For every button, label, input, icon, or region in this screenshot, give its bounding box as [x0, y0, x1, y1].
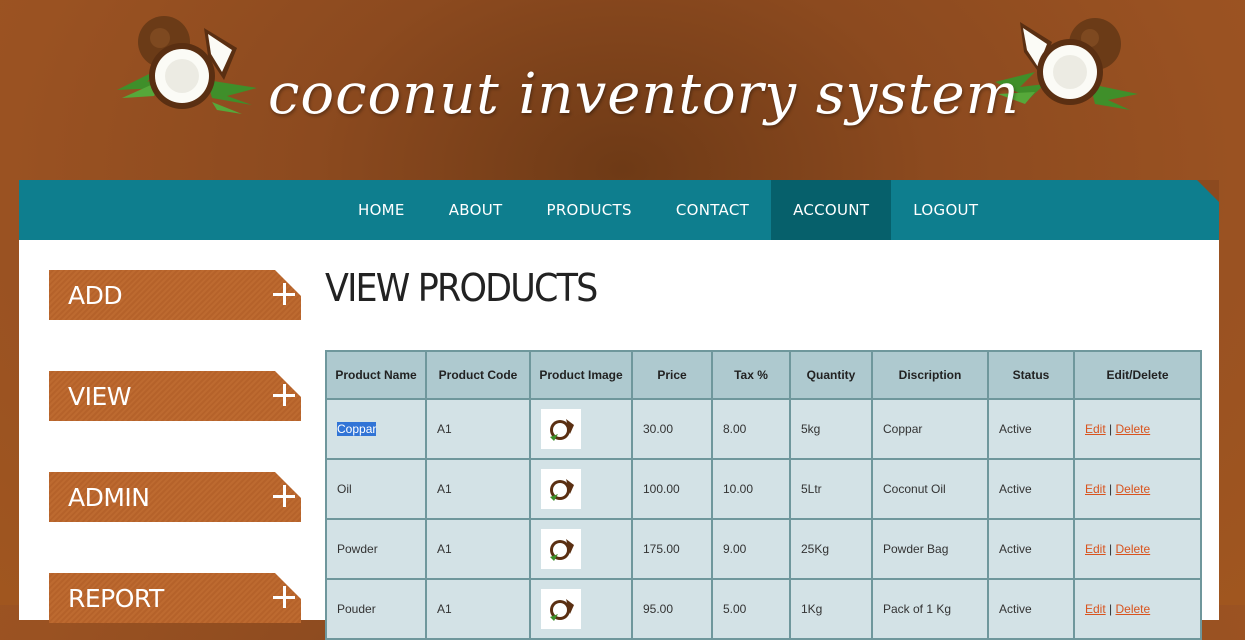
edit-link[interactable]: Edit: [1085, 602, 1106, 616]
sidebar-item-label: ADMIN: [68, 483, 150, 512]
cell-tax: 5.00: [711, 578, 791, 640]
sidebar-item-label: REPORT: [68, 584, 164, 613]
cell-status: Active: [987, 398, 1075, 460]
coconut-thumbnail-icon: [550, 479, 574, 501]
cell-product-code: A1: [425, 398, 531, 460]
content-panel: ADD VIEW ADMIN REPORT VIEW PRODUCTS Prod…: [19, 240, 1219, 640]
cell-status: Active: [987, 518, 1075, 580]
table-header-row: Product Name Product Code Product Image …: [325, 350, 1202, 400]
cell-status: Active: [987, 578, 1075, 640]
cell-description: Pack of 1 Kg: [871, 578, 989, 640]
plus-icon: [273, 283, 295, 305]
delete-link[interactable]: Delete: [1116, 542, 1151, 556]
edit-link[interactable]: Edit: [1085, 542, 1106, 556]
cell-price: 100.00: [631, 458, 713, 520]
cell-description: Powder Bag: [871, 518, 989, 580]
nav-item-products[interactable]: PRODUCTS: [524, 180, 653, 240]
cell-product-name: Powder: [325, 518, 427, 580]
sidebar-item-admin[interactable]: ADMIN: [49, 472, 301, 522]
coconut-thumbnail-icon: [550, 419, 574, 441]
sidebar-item-report[interactable]: REPORT: [49, 573, 301, 623]
delete-link[interactable]: Delete: [1116, 482, 1151, 496]
column-header: Product Name: [325, 350, 427, 400]
nav-item-logout[interactable]: LOGOUT: [891, 180, 1000, 240]
plus-icon: [273, 384, 295, 406]
cell-product-code: A1: [425, 458, 531, 520]
main-navigation: HOME ABOUT PRODUCTS CONTACT ACCOUNT LOGO…: [19, 180, 1219, 240]
cell-product-name: Pouder: [325, 578, 427, 640]
column-header: Quantity: [789, 350, 873, 400]
column-header: Product Code: [425, 350, 531, 400]
cell-description: Coppar: [871, 398, 989, 460]
sidebar-item-label: ADD: [68, 281, 123, 310]
cell-tax: 10.00: [711, 458, 791, 520]
cell-product-code: A1: [425, 578, 531, 640]
cell-product-image: [529, 578, 633, 640]
selected-text[interactable]: Coppar: [337, 422, 377, 436]
table-row: Oil A1 100.00 10.00 5Ltr Coconut Oil Act…: [325, 458, 1202, 520]
product-thumbnail: [541, 589, 581, 629]
site-header: coconut inventory system: [0, 0, 1245, 180]
cell-product-image: [529, 398, 633, 460]
cell-product-name: Oil: [325, 458, 427, 520]
table-row: Coppar A1 30.00 8.00 5kg Coppar Active E…: [325, 398, 1202, 460]
coconut-thumbnail-icon: [550, 599, 574, 621]
cell-description: Coconut Oil: [871, 458, 989, 520]
products-table: Product Name Product Code Product Image …: [325, 350, 1202, 640]
nav-items: HOME ABOUT PRODUCTS CONTACT ACCOUNT LOGO…: [336, 180, 1000, 240]
table-row: Powder A1 175.00 9.00 25Kg Powder Bag Ac…: [325, 518, 1202, 580]
cell-quantity: 5kg: [789, 398, 873, 460]
cell-quantity: 5Ltr: [789, 458, 873, 520]
sidebar-item-label: VIEW: [68, 382, 132, 411]
cell-price: 95.00: [631, 578, 713, 640]
nav-item-account[interactable]: ACCOUNT: [771, 180, 892, 240]
site-title: coconut inventory system: [268, 62, 1020, 127]
nav-corner-fold: [1197, 180, 1219, 202]
coconut-logo-left-icon: [117, 16, 257, 114]
product-thumbnail: [541, 469, 581, 509]
cell-actions: Edit | Delete: [1073, 398, 1202, 460]
cell-actions: Edit | Delete: [1073, 518, 1202, 580]
nav-item-home[interactable]: HOME: [336, 180, 427, 240]
plus-icon: [273, 485, 295, 507]
cell-status: Active: [987, 458, 1075, 520]
delete-link[interactable]: Delete: [1116, 602, 1151, 616]
cell-quantity: 1Kg: [789, 578, 873, 640]
cell-product-code: A1: [425, 518, 531, 580]
cell-tax: 8.00: [711, 398, 791, 460]
column-header: Edit/Delete: [1073, 350, 1202, 400]
product-thumbnail: [541, 529, 581, 569]
separator: |: [1109, 542, 1113, 556]
cell-actions: Edit | Delete: [1073, 458, 1202, 520]
nav-item-about[interactable]: ABOUT: [427, 180, 525, 240]
cell-tax: 9.00: [711, 518, 791, 580]
column-header: Tax %: [711, 350, 791, 400]
table-row: Pouder A1 95.00 5.00 1Kg Pack of 1 Kg Ac…: [325, 578, 1202, 640]
separator: |: [1109, 422, 1113, 436]
column-header: Price: [631, 350, 713, 400]
separator: |: [1109, 602, 1113, 616]
edit-link[interactable]: Edit: [1085, 422, 1106, 436]
edit-link[interactable]: Edit: [1085, 482, 1106, 496]
coconut-thumbnail-icon: [550, 539, 574, 561]
column-header: Status: [987, 350, 1075, 400]
column-header: Product Image: [529, 350, 633, 400]
cell-product-image: [529, 458, 633, 520]
separator: |: [1109, 482, 1113, 496]
cell-price: 30.00: [631, 398, 713, 460]
sidebar-item-view[interactable]: VIEW: [49, 371, 301, 421]
nav-item-contact[interactable]: CONTACT: [654, 180, 771, 240]
sidebar-item-add[interactable]: ADD: [49, 270, 301, 320]
cell-product-image: [529, 518, 633, 580]
column-header: Discription: [871, 350, 989, 400]
cell-price: 175.00: [631, 518, 713, 580]
product-thumbnail: [541, 409, 581, 449]
cell-quantity: 25Kg: [789, 518, 873, 580]
page-title: VIEW PRODUCTS: [325, 266, 598, 310]
cell-product-name: Coppar: [325, 398, 427, 460]
cell-actions: Edit | Delete: [1073, 578, 1202, 640]
delete-link[interactable]: Delete: [1116, 422, 1151, 436]
